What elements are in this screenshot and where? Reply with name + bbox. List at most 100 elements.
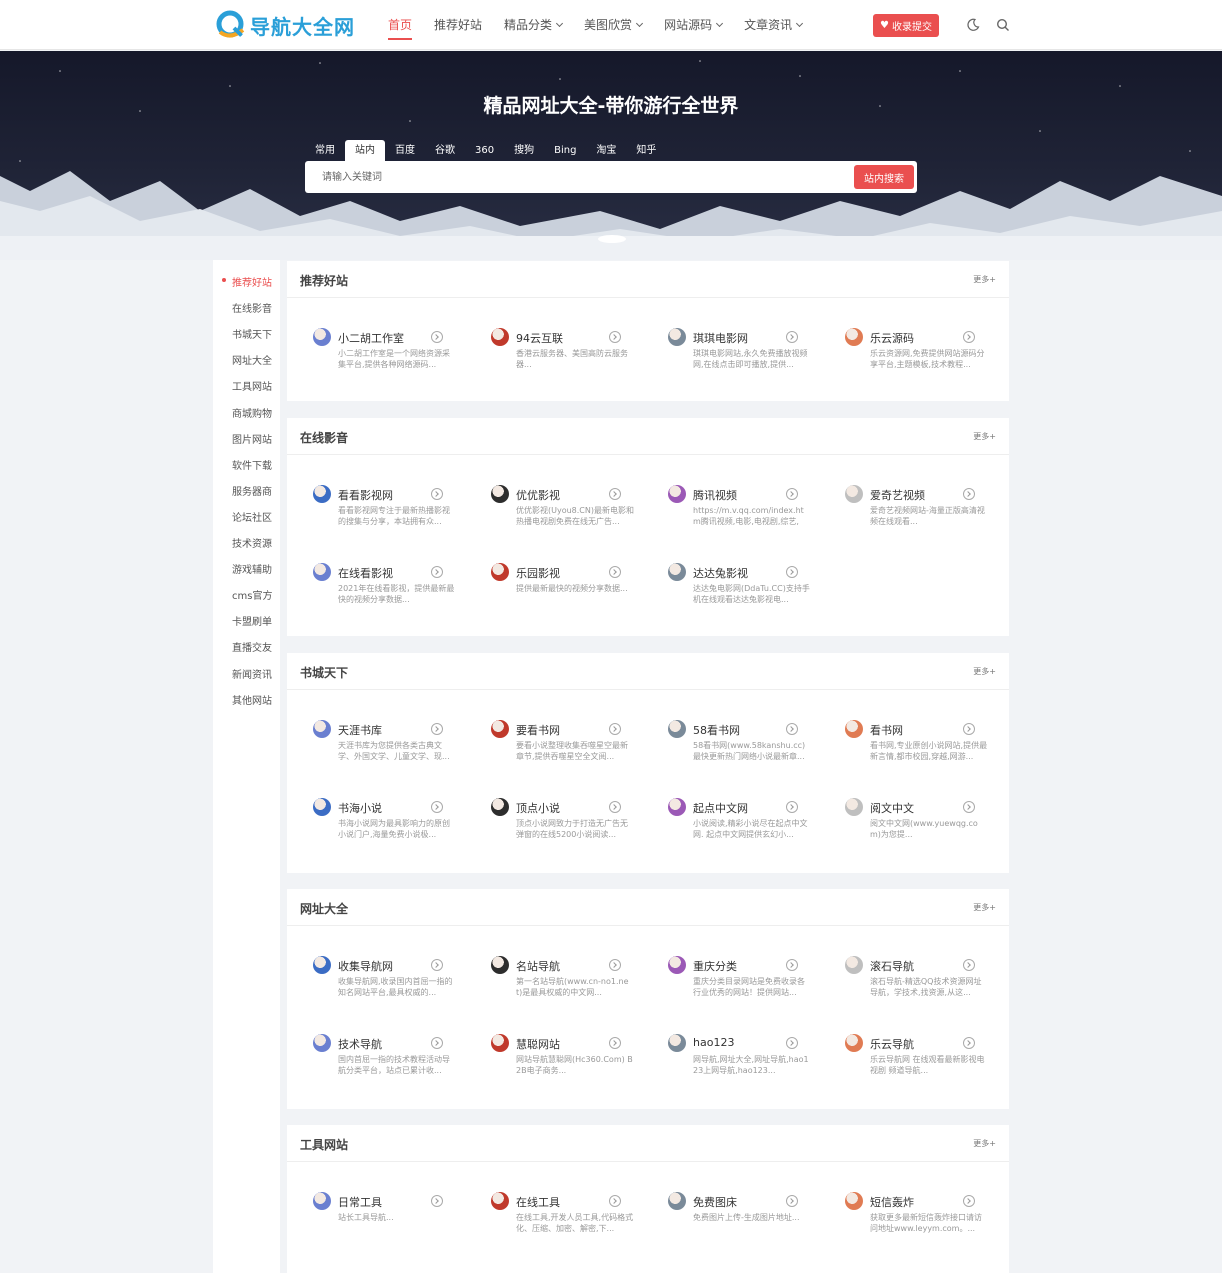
- search-tab[interactable]: 搜狗: [504, 140, 544, 162]
- chevron-right-circle-icon[interactable]: [963, 488, 975, 500]
- chevron-right-circle-icon[interactable]: [786, 1037, 798, 1049]
- site-card[interactable]: 天涯书库 天涯书库为您提供各类古典文学、外国文学、儿童文学、现...: [313, 720, 473, 780]
- nav-item-1[interactable]: 推荐好站: [434, 0, 482, 50]
- site-card[interactable]: 收集导航网 收集导航网,收录国内首屈一指的知名网站平台,最具权威的...: [313, 956, 473, 1016]
- site-card[interactable]: 腾讯视频 https://m.v.qq.com/index.htm腾讯视频,电影,…: [668, 485, 828, 545]
- section-more-link[interactable]: 更多+: [973, 431, 996, 442]
- chevron-right-circle-icon[interactable]: [786, 566, 798, 578]
- site-card[interactable]: 优优影视 优优影视(Uyou8.CN)最新电影和热播电视剧免费在线无广告...: [491, 485, 651, 545]
- site-card[interactable]: 起点中文网 小说阅读,精彩小说尽在起点中文网. 起点中文网提供玄幻小...: [668, 798, 828, 858]
- site-card[interactable]: 爱奇艺视频 爱奇艺视频网站-海量正版高清视频在线观看...: [845, 485, 1005, 545]
- chevron-right-circle-icon[interactable]: [431, 1195, 443, 1207]
- side-menu-item[interactable]: 图片网站: [213, 431, 280, 446]
- search-tab[interactable]: Bing: [544, 140, 586, 162]
- site-card[interactable]: 琪琪电影网 琪琪电影网站,永久免费播放视频网,在线点击即可播放,提供...: [668, 328, 828, 388]
- site-card[interactable]: 在线看影视 2021年在线看影视，提供最新最快的视频分享数据...: [313, 563, 473, 623]
- chevron-right-circle-icon[interactable]: [431, 566, 443, 578]
- chevron-right-circle-icon[interactable]: [609, 959, 621, 971]
- side-menu-item[interactable]: 网址大全: [213, 352, 280, 367]
- side-menu-item[interactable]: 游戏辅助: [213, 561, 280, 576]
- chevron-right-circle-icon[interactable]: [609, 1037, 621, 1049]
- site-card[interactable]: 看看影视网 看看影视网专注于最新热播影视的搜集与分享，本站拥有众...: [313, 485, 473, 545]
- moon-icon[interactable]: [966, 18, 980, 32]
- nav-item-5[interactable]: 文章资讯: [744, 0, 804, 50]
- side-menu-item[interactable]: 推荐好站: [213, 274, 280, 289]
- site-card[interactable]: 94云互联 香港云服务器、美国高防云服务器...: [491, 328, 651, 388]
- search-tab[interactable]: 常用: [305, 140, 345, 162]
- chevron-right-circle-icon[interactable]: [786, 331, 798, 343]
- chevron-right-circle-icon[interactable]: [963, 801, 975, 813]
- chevron-right-circle-icon[interactable]: [786, 488, 798, 500]
- site-card[interactable]: 看书网 看书网,专业原创小说网站,提供最新言情,都市校园,穿越,网游...: [845, 720, 1005, 780]
- chevron-right-circle-icon[interactable]: [963, 723, 975, 735]
- site-card[interactable]: 滚石导航 滚石导航-精选QQ技术资源网址导航，学技术,找资源,从这...: [845, 956, 1005, 1016]
- nav-item-3[interactable]: 美图欣赏: [584, 0, 644, 50]
- site-card[interactable]: 顶点小说 顶点小说网致力于打造无广告无弹窗的在线5200小说阅读...: [491, 798, 651, 858]
- side-menu-item[interactable]: 直播交友: [213, 639, 280, 654]
- site-card[interactable]: 小二胡工作室 小二胡工作室是一个网络资源采集平台,提供各种网络源码...: [313, 328, 473, 388]
- site-card[interactable]: 书海小说 书海小说网为最具影响力的原创小说门户,海量免费小说极...: [313, 798, 473, 858]
- chevron-right-circle-icon[interactable]: [786, 723, 798, 735]
- site-card[interactable]: 达达兔影视 达达兔电影网(DdaTu.CC)支持手机在线观看达达兔影视电...: [668, 563, 828, 623]
- site-card[interactable]: 短信轰炸 获取更多最新短信轰炸接口请访问地址www.leyym.com。...: [845, 1192, 1005, 1252]
- search-tab[interactable]: 站内: [345, 140, 385, 162]
- search-button[interactable]: 站内搜索: [854, 165, 914, 189]
- side-menu-item[interactable]: 其他网站: [213, 692, 280, 707]
- side-menu-item[interactable]: 在线影音: [213, 300, 280, 315]
- chevron-right-circle-icon[interactable]: [431, 723, 443, 735]
- site-card[interactable]: hao123 网导航,网址大全,网址导航,hao123上网导航,hao123...: [668, 1034, 828, 1094]
- side-menu-item[interactable]: 工具网站: [213, 378, 280, 393]
- chevron-right-circle-icon[interactable]: [431, 801, 443, 813]
- nav-item-0[interactable]: 首页: [388, 0, 413, 50]
- site-card[interactable]: 乐云源码 乐云资源网,免费提供网站源码分享平台,主题模板,技术教程...: [845, 328, 1005, 388]
- site-card[interactable]: 重庆分类 重庆分类目录网站是免费收录各行业优秀的网站！提供网站...: [668, 956, 828, 1016]
- site-card[interactable]: 要看书网 要看小说整理收集吞噬星空最新章节,提供吞噬星空全文阅...: [491, 720, 651, 780]
- side-menu-item[interactable]: 新闻资讯: [213, 666, 280, 681]
- side-menu-item[interactable]: 论坛社区: [213, 509, 280, 524]
- chevron-right-circle-icon[interactable]: [431, 488, 443, 500]
- search-icon[interactable]: [996, 18, 1010, 32]
- site-card[interactable]: 乐园影视 提供最新最快的视频分享数据...: [491, 563, 651, 623]
- section-more-link[interactable]: 更多+: [973, 1138, 996, 1149]
- search-tab[interactable]: 360: [465, 140, 504, 162]
- chevron-right-circle-icon[interactable]: [963, 331, 975, 343]
- site-logo[interactable]: 导航大全网: [216, 10, 355, 40]
- chevron-right-circle-icon[interactable]: [609, 566, 621, 578]
- site-card[interactable]: 免费图床 免费图片上传-生成图片地址...: [668, 1192, 828, 1252]
- side-menu-item[interactable]: 服务器商: [213, 483, 280, 498]
- chevron-right-circle-icon[interactable]: [609, 801, 621, 813]
- side-menu-item[interactable]: 商城购物: [213, 405, 280, 420]
- submit-site-button[interactable]: ♥ 收录提交: [873, 14, 939, 37]
- site-card[interactable]: 名站导航 第一名站导航(www.cn-no1.net)是最具权威的中文网...: [491, 956, 651, 1016]
- search-input[interactable]: [305, 161, 845, 193]
- chevron-right-circle-icon[interactable]: [963, 1037, 975, 1049]
- chevron-right-circle-icon[interactable]: [431, 1037, 443, 1049]
- chevron-right-circle-icon[interactable]: [431, 959, 443, 971]
- site-card[interactable]: 阅文中文 阅文中文网(www.yuewqg.com)为您提...: [845, 798, 1005, 858]
- nav-item-2[interactable]: 精品分类: [504, 0, 564, 50]
- chevron-right-circle-icon[interactable]: [786, 959, 798, 971]
- site-card[interactable]: 在线工具 在线工具,开发人员工具,代码格式化、压缩、加密、解密,下...: [491, 1192, 651, 1252]
- search-tab[interactable]: 知乎: [626, 140, 666, 162]
- side-menu-item[interactable]: 技术资源: [213, 535, 280, 550]
- site-card[interactable]: 慧聪网站 网站导航慧聪网(Hc360.Com) B2B电子商务...: [491, 1034, 651, 1094]
- chevron-right-circle-icon[interactable]: [609, 488, 621, 500]
- search-tab[interactable]: 谷歌: [425, 140, 465, 162]
- side-menu-item[interactable]: 软件下载: [213, 457, 280, 472]
- site-card[interactable]: 技术导航 国内首屈一指的技术教程活动导航分类平台，站点已累计收...: [313, 1034, 473, 1094]
- section-more-link[interactable]: 更多+: [973, 666, 996, 677]
- site-card[interactable]: 58看书网 58看书网(www.58kanshu.cc)最快更新热门网络小说最新章…: [668, 720, 828, 780]
- section-more-link[interactable]: 更多+: [973, 902, 996, 913]
- search-tab[interactable]: 淘宝: [586, 140, 626, 162]
- site-card[interactable]: 乐云导航 乐云导航网 在线观看最新影视电视剧 频道导航...: [845, 1034, 1005, 1094]
- chevron-right-circle-icon[interactable]: [431, 331, 443, 343]
- nav-item-4[interactable]: 网站源码: [664, 0, 724, 50]
- side-menu-item[interactable]: 卡盟刷单: [213, 613, 280, 628]
- side-menu-item[interactable]: 书城天下: [213, 326, 280, 341]
- section-more-link[interactable]: 更多+: [973, 274, 996, 285]
- chevron-right-circle-icon[interactable]: [786, 801, 798, 813]
- chevron-right-circle-icon[interactable]: [963, 959, 975, 971]
- chevron-right-circle-icon[interactable]: [609, 1195, 621, 1207]
- side-menu-item[interactable]: cms官方: [213, 587, 280, 602]
- chevron-right-circle-icon[interactable]: [963, 1195, 975, 1207]
